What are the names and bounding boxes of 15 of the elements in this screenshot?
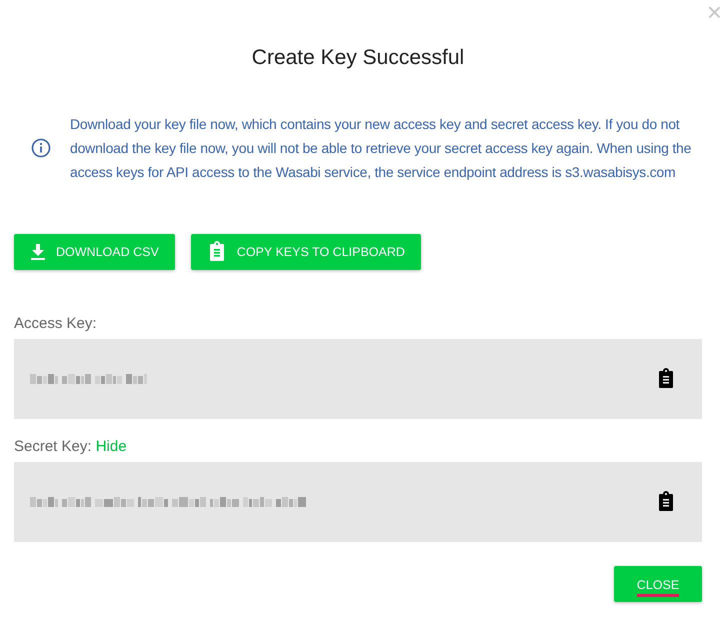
close-button[interactable]: CLOSE xyxy=(614,566,702,602)
key-label: Secret Key: xyxy=(14,438,92,455)
download-icon xyxy=(30,243,46,261)
copy-keys-button[interactable]: COPY KEYS TO CLIPBOARD xyxy=(190,234,421,270)
copy-button[interactable] xyxy=(656,368,676,390)
dialog-title: Create Key Successful xyxy=(250,45,466,71)
clipboard-icon xyxy=(656,491,676,513)
notice-text: Download your key file now, which contains your new access key and secret access key. If you do not download the key file now, you will not be able to retrieve your secret access key again. When using the access keys for API access to the Wasabi service, the service endpoint address is s3.wasabisys.com xyxy=(70,115,692,182)
copy-button[interactable] xyxy=(656,491,676,513)
clipboard-icon xyxy=(656,368,676,390)
hide-link[interactable]: Hide xyxy=(96,438,127,455)
download-csv-button[interactable]: DOWNLOAD CSV xyxy=(14,234,175,270)
key-label: Access Key: xyxy=(14,315,97,332)
info-icon xyxy=(31,138,51,158)
close-button[interactable]: × xyxy=(702,0,726,24)
